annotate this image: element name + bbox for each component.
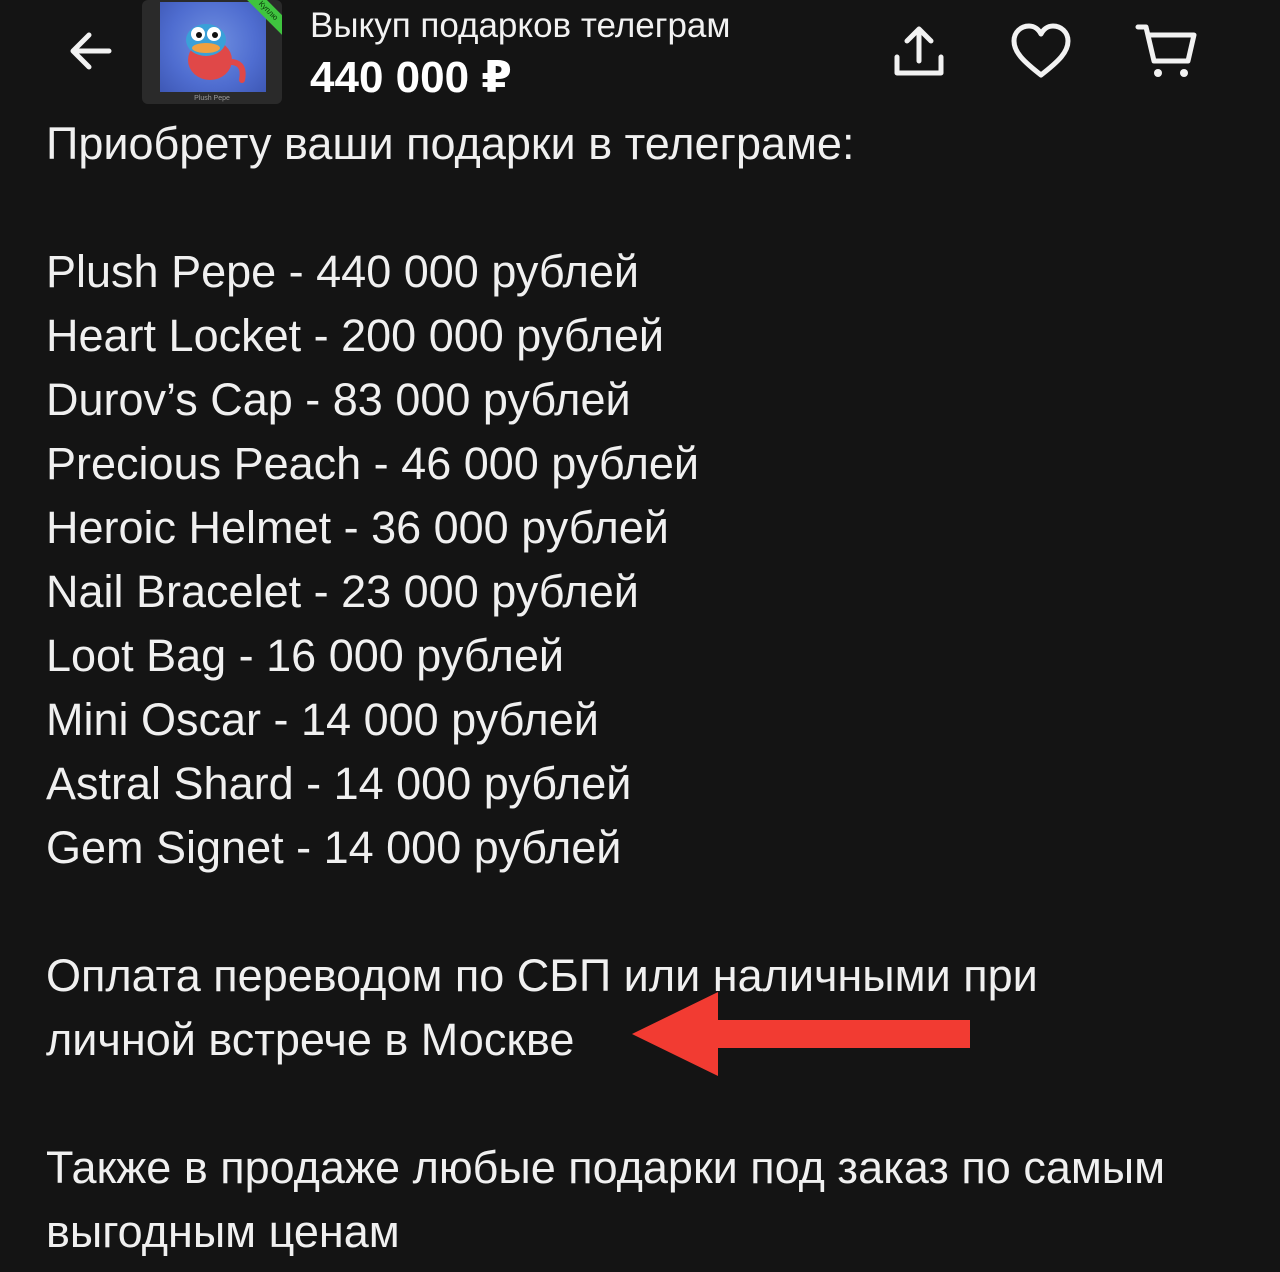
listing-header: Куплю Plush Pepe Выкуп подарков телеграм… — [0, 0, 1280, 110]
back-button[interactable] — [58, 18, 124, 84]
arrow-shape — [632, 992, 970, 1076]
thumbnail-image — [160, 2, 266, 92]
listing-description: Приобрету ваши подарки в телеграме: Plus… — [46, 112, 1256, 1264]
thumbnail-caption: Plush Pepe — [194, 95, 230, 102]
price-list-item: Plush Pepe - 440 000 рублей — [46, 246, 640, 297]
listing-title: Выкуп подарков телеграм — [310, 6, 731, 45]
price-list-item: Heart Locket - 200 000 рублей — [46, 310, 664, 361]
price-list-item: Gem Signet - 14 000 рублей — [46, 822, 622, 873]
price-list-item: Loot Bag - 16 000 рублей — [46, 630, 564, 681]
red-annotation-arrow — [632, 992, 970, 1076]
extra-info-line: выгодным ценам — [46, 1206, 400, 1257]
favorite-button[interactable] — [1006, 16, 1076, 86]
cart-icon — [1135, 24, 1197, 77]
listing-price: 440 000 ₽ — [310, 53, 512, 102]
share-button[interactable] — [884, 16, 954, 86]
price-list-item: Precious Peach - 46 000 рублей — [46, 438, 700, 489]
heart-icon — [1011, 23, 1071, 78]
price-list-item: Nail Bracelet - 23 000 рублей — [46, 566, 639, 617]
price-list-item: Astral Shard - 14 000 рублей — [46, 758, 632, 809]
description-intro: Приобрету ваши подарки в телеграме: — [46, 118, 855, 169]
share-upload-icon — [894, 26, 944, 76]
price-list-item: Mini Oscar - 14 000 рублей — [46, 694, 599, 745]
cart-button[interactable] — [1132, 16, 1202, 86]
price-list-item: Durov’s Cap - 83 000 рублей — [46, 374, 631, 425]
price-list-item: Heroic Helmet - 36 000 рублей — [46, 502, 669, 553]
listing-thumbnail[interactable]: Куплю Plush Pepe — [142, 0, 282, 104]
extra-info-line: Также в продаже любые подарки под заказ … — [46, 1142, 1166, 1193]
plush-pepe-image — [186, 24, 246, 83]
arrow-left-icon — [70, 32, 112, 70]
